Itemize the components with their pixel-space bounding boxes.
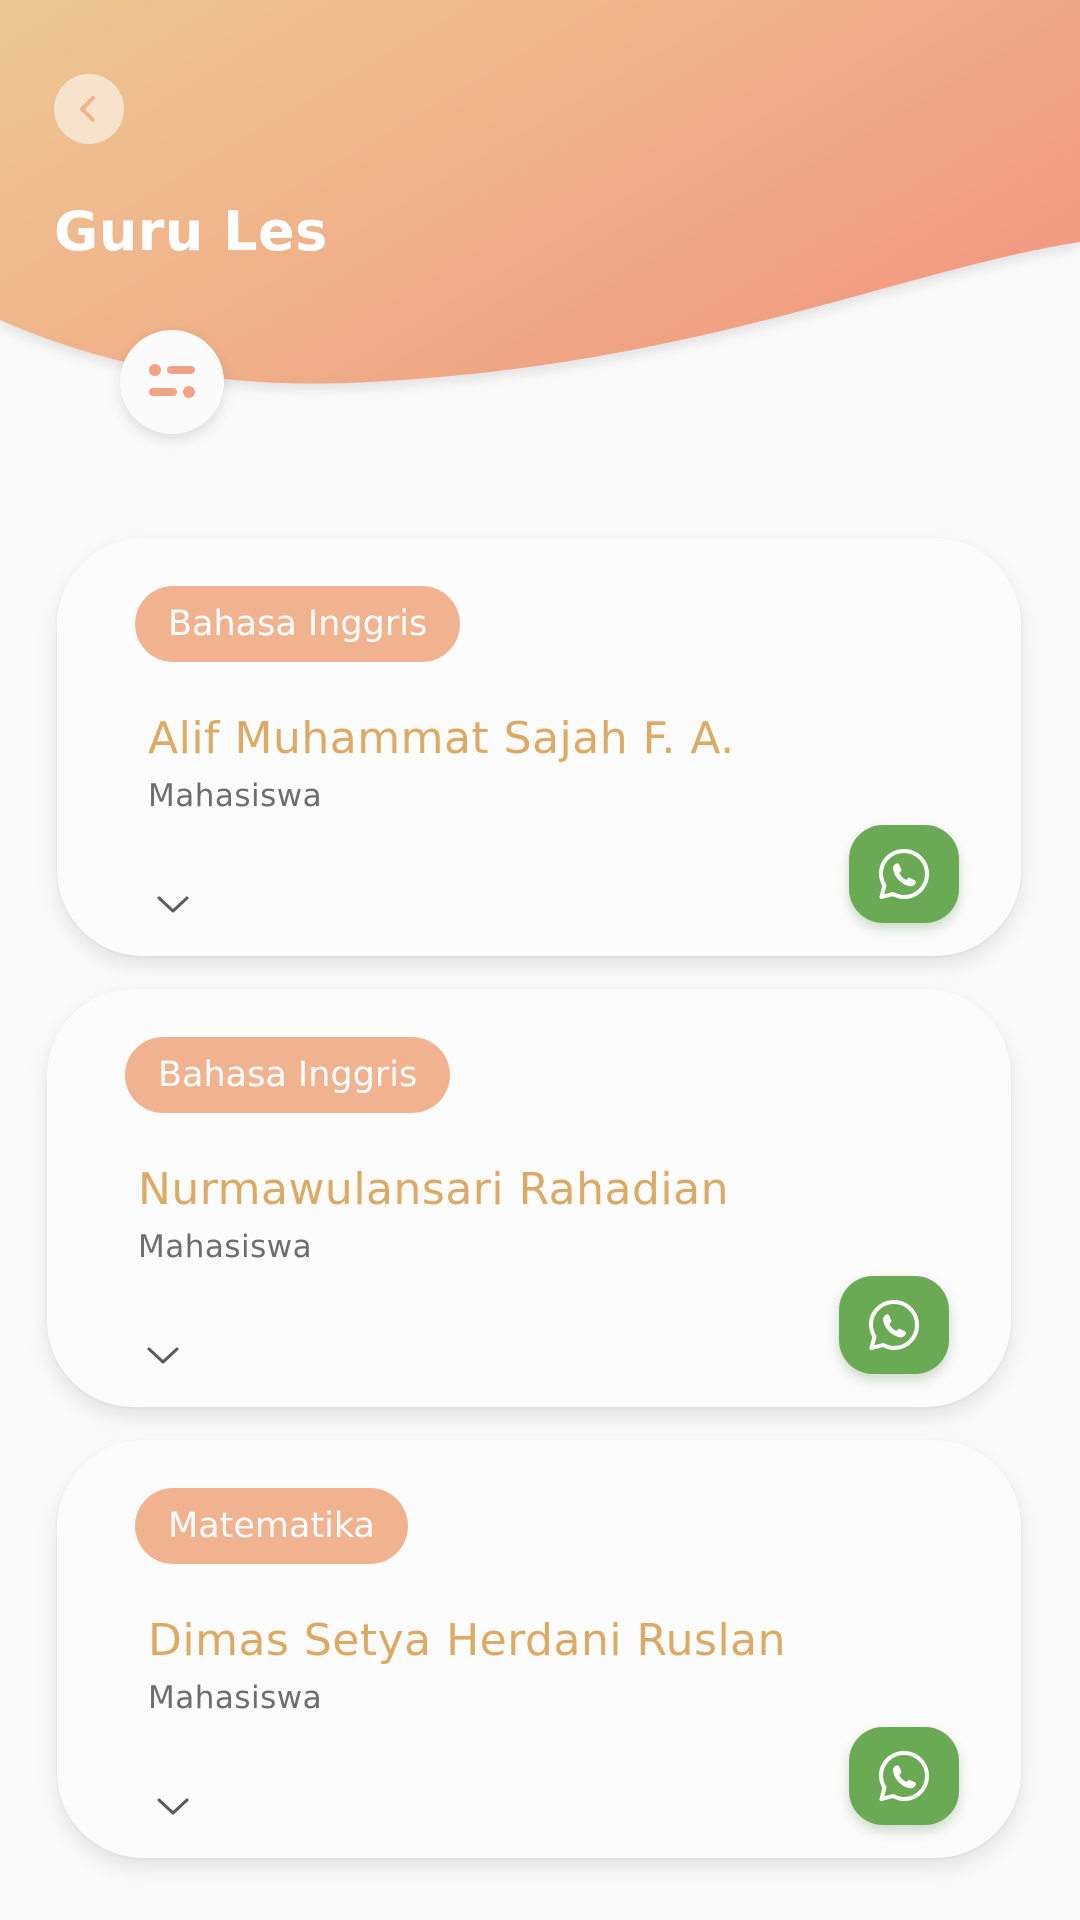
subject-badge: Bahasa Inggris [125,1037,451,1113]
back-button[interactable] [54,74,124,144]
expand-button[interactable] [143,1341,183,1371]
teacher-card[interactable]: Bahasa Inggris Alif Muhammat Sajah F. A.… [57,538,1021,956]
whatsapp-button[interactable] [849,825,959,923]
whatsapp-button[interactable] [849,1727,959,1825]
teacher-role: Mahasiswa [148,778,323,814]
whatsapp-button[interactable] [839,1276,949,1374]
teacher-card[interactable]: Matematika Dimas Setya Herdani Ruslan Ma… [57,1440,1021,1858]
chevron-down-icon [147,1347,179,1364]
subject-badge: Matematika [135,1488,408,1564]
filter-toggle-icon [149,364,195,398]
teacher-name: Dimas Setya Herdani Ruslan [148,1615,787,1666]
teacher-list-screen: Guru Les Bahasa Inggris Alif Muhammat Sa… [0,0,1080,1920]
teacher-name: Alif Muhammat Sajah F. A. [148,713,735,764]
teacher-card[interactable]: Bahasa Inggris Nurmawulansari Rahadian M… [47,989,1011,1407]
chevron-left-icon [80,96,95,122]
filter-button[interactable] [120,330,224,434]
whatsapp-icon [879,849,929,899]
page-title: Guru Les [54,200,328,263]
expand-button[interactable] [153,890,193,920]
chevron-down-icon [157,896,189,913]
whatsapp-icon [879,1751,929,1801]
subject-badge: Bahasa Inggris [135,586,461,662]
chevron-down-icon [157,1798,189,1815]
teacher-name: Nurmawulansari Rahadian [138,1164,729,1215]
expand-button[interactable] [153,1792,193,1822]
teacher-role: Mahasiswa [148,1680,323,1716]
teacher-role: Mahasiswa [138,1229,313,1265]
whatsapp-icon [869,1300,919,1350]
